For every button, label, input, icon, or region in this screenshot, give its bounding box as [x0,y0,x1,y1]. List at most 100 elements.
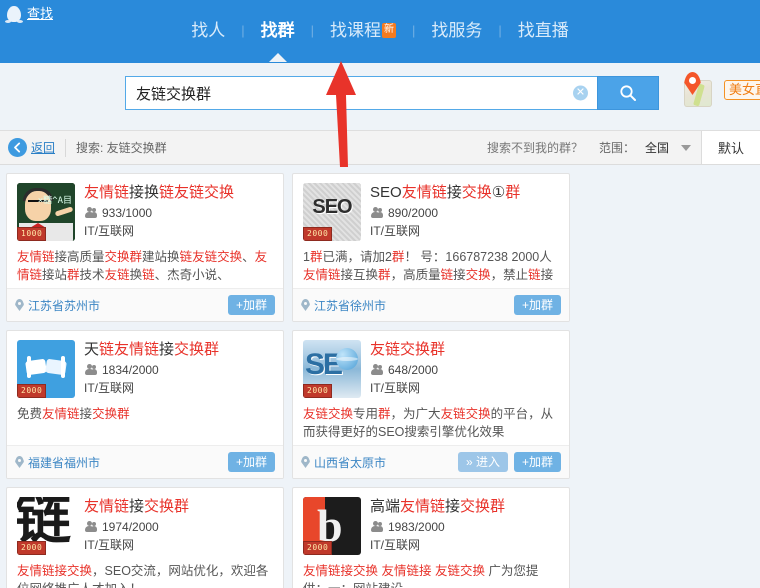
card-meta: 友情链接换链友链交换 933/1000 IT/互联网 [84,183,273,241]
card-footer: 江苏省徐州市 +加群 [293,288,569,321]
group-avatar[interactable]: SEO 2000 [303,183,361,241]
back-button[interactable]: 返回 [8,138,55,157]
sort-tab-default[interactable]: 默认 [700,131,760,164]
location-pin-icon [15,299,24,311]
chevron-down-icon[interactable] [680,144,691,151]
group-title-seg: 交换群 [144,498,190,515]
nav-item-2[interactable]: 找群 [245,14,311,62]
group-title-seg: 接换 [129,184,160,201]
nav-item-3[interactable]: 找课程新 [314,14,412,48]
group-title[interactable]: 天链友情链接交换群 [84,340,273,360]
group-location[interactable]: 福建省福州市 [15,454,100,471]
group-result-card[interactable]: 2000 天链友情链接交换群 1834/2000 IT/互联网 免费友情链接交换群 福建省… [6,330,284,479]
group-result-card[interactable]: SEO 2000 SEO友情链接交换①群 890/2000 IT/互联网 1群已满，请加2… [292,173,570,322]
group-title[interactable]: SEO友情链接交换①群 [370,183,559,203]
member-count-text: 648/2000 [388,363,439,377]
enter-group-button[interactable]: » 进入 [457,452,508,472]
group-title[interactable]: 高端友情链接交换群 [370,497,559,517]
group-title-seg: 高端 [370,498,401,515]
join-group-button[interactable]: +加群 [513,452,561,472]
group-description-seg: 链 [142,268,155,282]
group-description-seg: 交换群 [92,407,130,421]
group-title-seg: 群 [505,184,521,201]
group-result-card[interactable]: ×糖^A目 1000 友情链接换链友链交换 933/1000 IT/互联网友情链接高质量… [6,173,284,322]
card-actions: » 进入 +加群 [457,452,561,472]
group-avatar[interactable]: 2000 [17,340,75,398]
capacity-badge: 2000 [17,384,47,398]
group-title-seg: 交换 [461,184,492,201]
group-title-seg: 接 [129,498,145,515]
group-title-seg: 交换群 [460,498,506,515]
card-actions: +加群 [513,295,561,315]
capacity-badge: 2000 [303,384,333,398]
group-title-seg: 接 [446,184,462,201]
group-description-seg: 友情链 [17,250,55,264]
group-description-seg: ！ 号：166787238 2000人 [404,250,552,264]
group-description-seg: 友情链接交换 [17,564,93,578]
group-location-text: 江苏省徐州市 [314,298,387,313]
search-echo: 搜索: 友链交换群 [76,141,167,155]
group-result-card[interactable]: SE 2000 友链交换群 648/2000 IT/互联网 友链交换专用群，为广大友链交换… [292,330,570,479]
join-group-button[interactable]: +加群 [227,452,275,472]
group-title[interactable]: 友情链接交换群 [84,497,273,517]
group-result-card[interactable]: 链 2000 友情链接交换群 1974/2000 IT/互联网 友情链接交换，SEO交流，… [6,487,284,588]
card-top: SE 2000 友链交换群 648/2000 IT/互联网 [303,340,559,398]
location-pin-icon [301,299,310,311]
group-location[interactable]: 江苏省苏州市 [15,297,100,314]
group-description-seg: 接 [453,268,466,282]
not-found-link[interactable]: 搜索不到我的群？ [487,139,583,156]
capacity-badge: 2000 [303,227,333,241]
member-count: 1983/2000 [370,520,559,534]
circle-close-icon[interactable]: ✕ [573,85,588,101]
back-label: 返回 [31,141,56,155]
nav-item-1[interactable]: 找人 [175,14,241,48]
search-button[interactable] [597,76,659,110]
join-group-button[interactable]: +加群 [227,295,275,315]
group-location[interactable]: 江苏省徐州市 [301,297,386,314]
group-description: 1群已满，请加2群！ 号：166787238 2000人友情链接互换群，高质量链… [303,248,559,284]
group-description-seg: 1 [303,250,310,264]
group-description-seg: 免费 [17,407,43,421]
group-description-seg: 链 [528,268,541,282]
group-description: 友情链接交换 友情链接 友链交换 广为您提供：一：网站建设、... [303,562,559,588]
card-meta: 高端友情链接交换群 1983/2000 IT/互联网 [370,497,559,555]
group-title[interactable]: 友链交换群 [370,340,559,360]
group-result-card[interactable]: b 2000 高端友情链接交换群 1983/2000 IT/互联网 友情链接交换 友情链接… [292,487,570,588]
map-location-icon[interactable] [680,72,716,110]
group-description-seg: ，高质量 [390,268,441,282]
members-icon [370,207,383,219]
card-top: 2000 天链友情链接交换群 1834/2000 IT/互联网 [17,340,273,398]
group-description-seg: 友情 [303,268,329,282]
group-avatar[interactable]: SE 2000 [303,340,361,398]
group-title-seg: 链友链交换 [159,184,235,201]
join-group-button[interactable]: +加群 [513,295,561,315]
card-top: 链 2000 友情链接交换群 1974/2000 IT/互联网 [17,497,273,555]
promo-badge[interactable]: 美女直播 [724,80,760,100]
arrow-left-circle-icon [8,138,27,157]
nav-item-4[interactable]: 找服务 [415,14,498,48]
member-count: 1974/2000 [84,520,273,534]
group-category: IT/互联网 [84,224,134,238]
search-input[interactable] [136,84,566,102]
card-actions: +加群 [227,452,275,472]
group-avatar[interactable]: ×糖^A目 1000 [17,183,75,241]
new-badge: 新 [382,23,396,38]
group-description-seg: 友链 [104,268,130,282]
group-description: 友情链接高质量交换群建站换链友链交换、友情链接站群技术友链换链、杰奇小说、DED… [17,248,273,284]
nav-item-5[interactable]: 找直播 [502,14,585,48]
divider [65,138,67,157]
group-description-seg: 专用 [353,407,379,421]
scope-value[interactable]: 全国 [645,139,669,156]
group-category: IT/互联网 [84,381,134,395]
members-icon [84,207,97,219]
group-title[interactable]: 友情链接换链友链交换 [84,183,273,203]
group-title-seg: 接 [159,341,175,358]
group-description-seg: 链 [328,268,341,282]
group-title-seg: 链 [114,184,130,201]
group-category: IT/互联网 [84,538,134,552]
group-avatar[interactable]: 链 2000 [17,497,75,555]
group-location[interactable]: 山西省太原市 [301,454,386,471]
filter-bar: 返回 搜索: 友链交换群 搜索不到我的群？ 范围： 全国 默认 [0,130,760,165]
group-avatar[interactable]: b 2000 [303,497,361,555]
card-actions: +加群 [227,295,275,315]
